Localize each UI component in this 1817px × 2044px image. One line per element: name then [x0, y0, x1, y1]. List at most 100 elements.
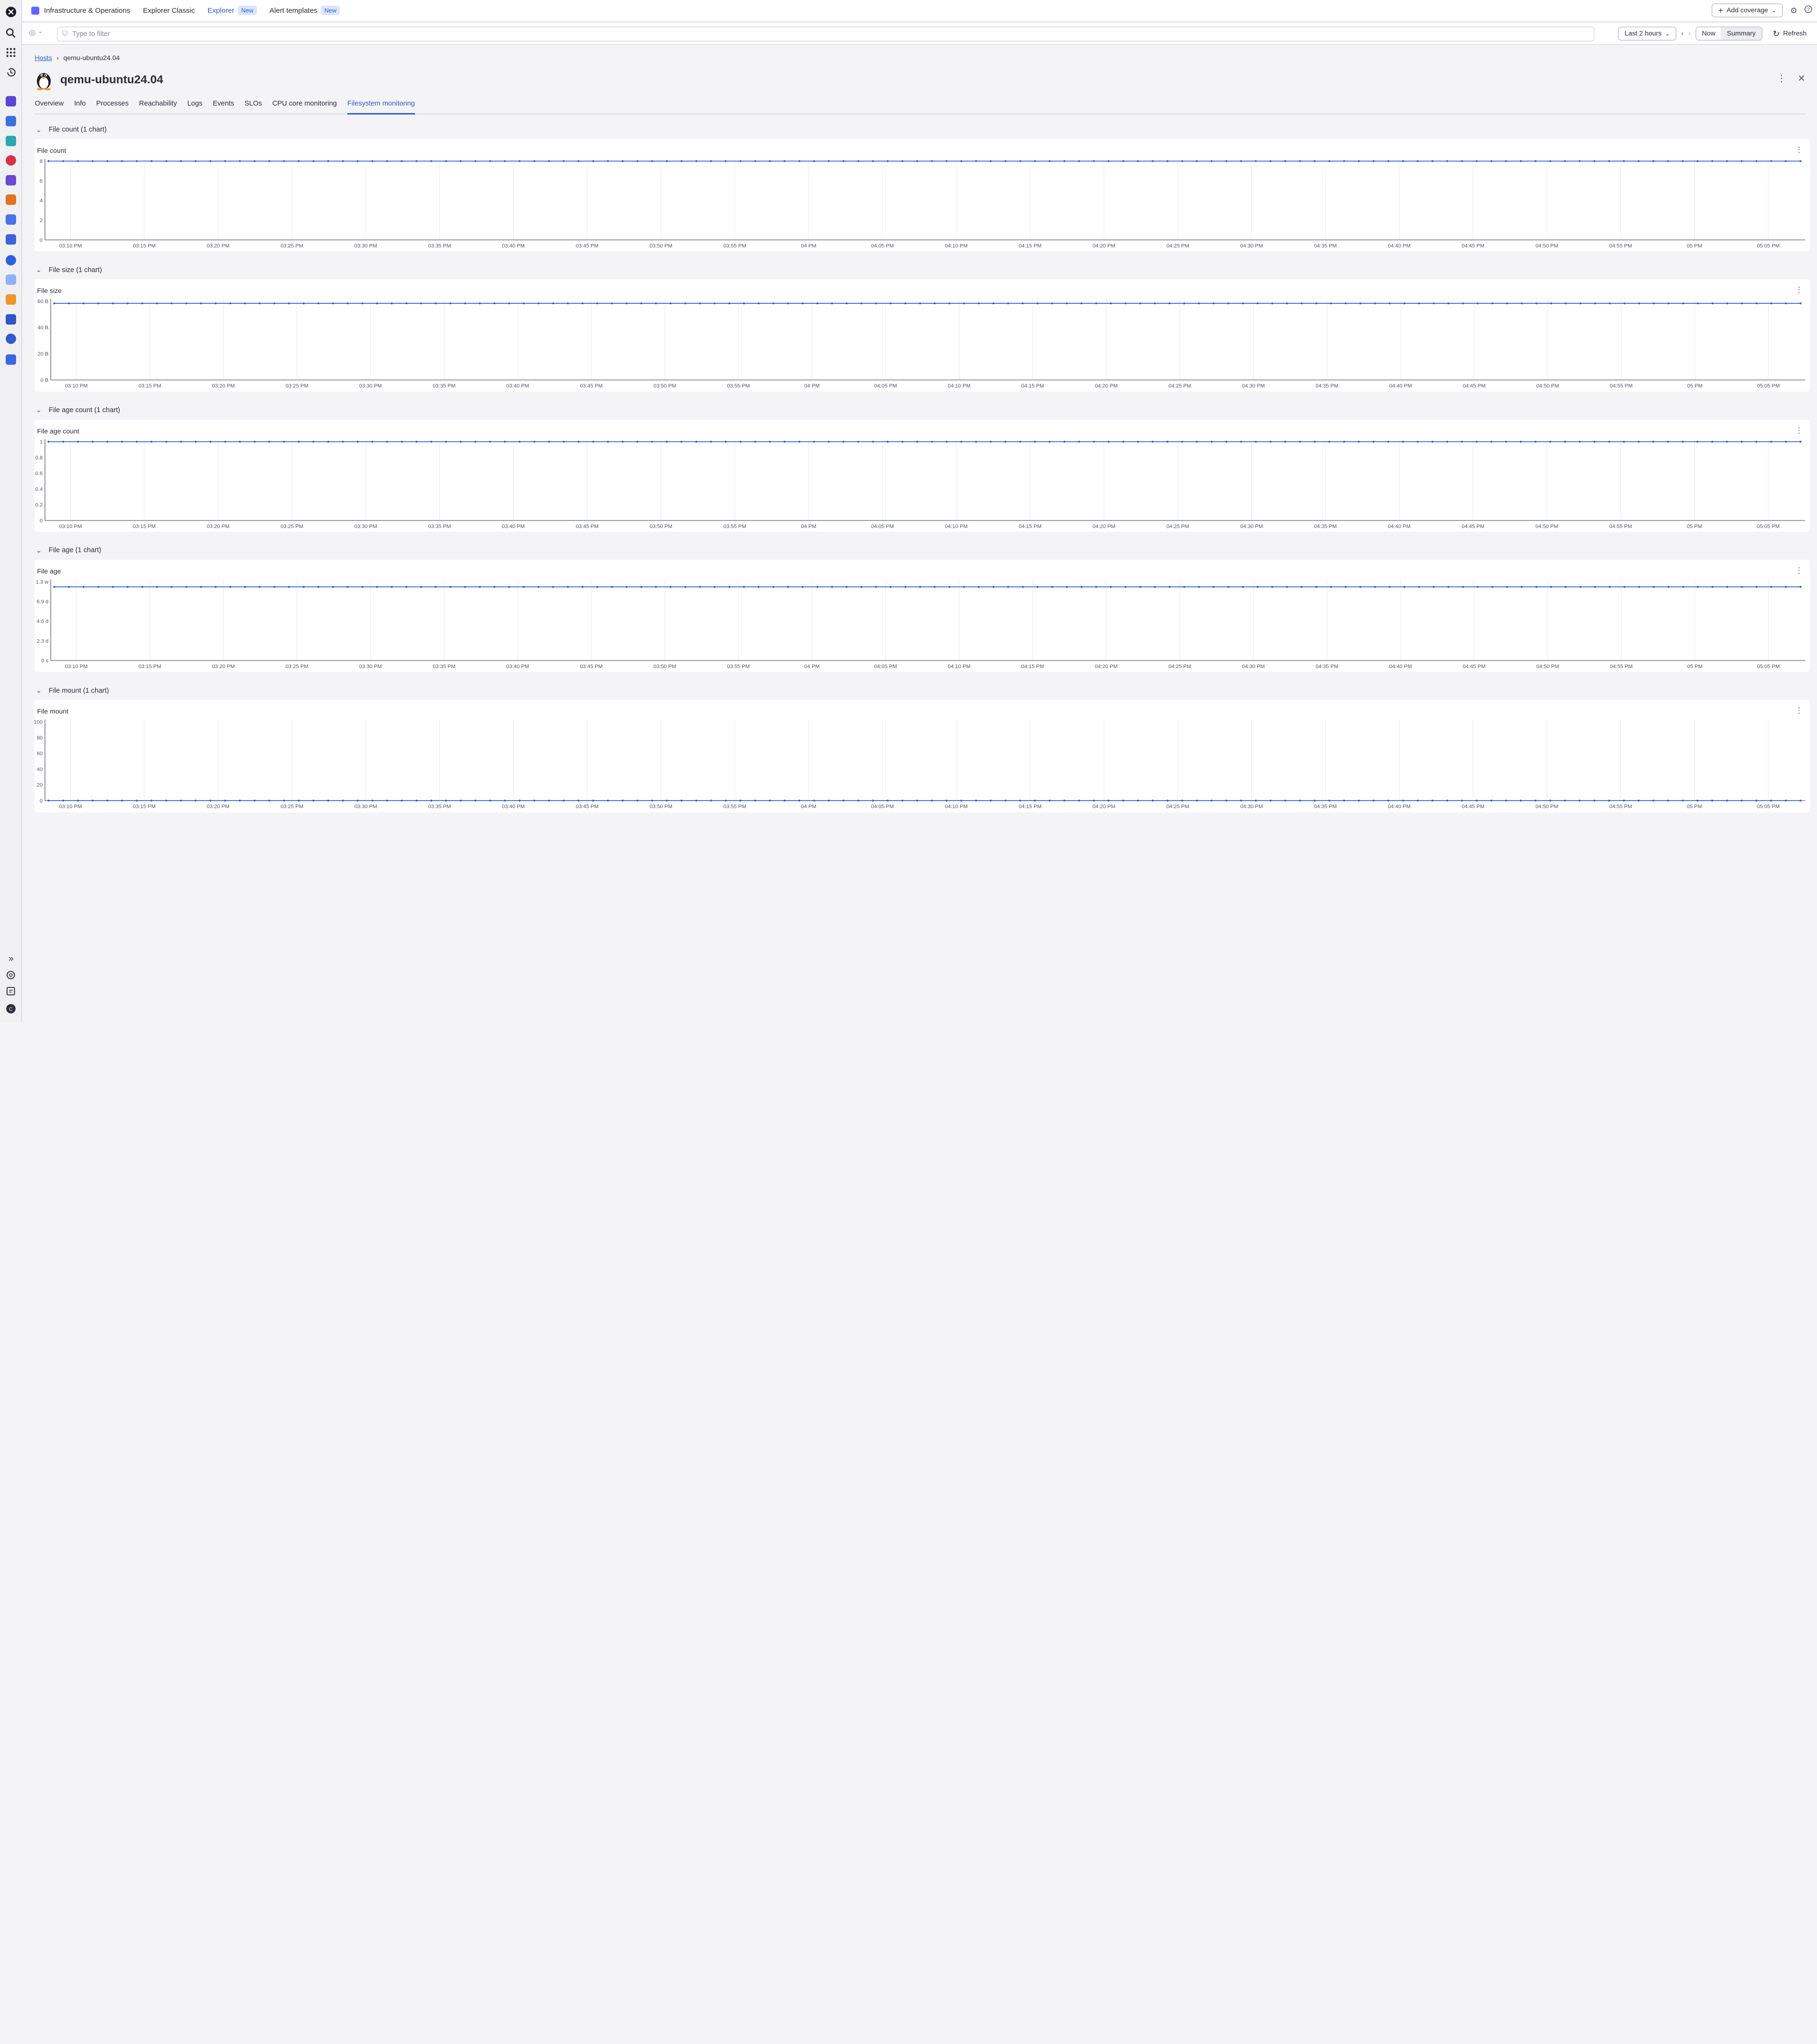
- segment-selector[interactable]: ◎ ⌄: [29, 28, 43, 37]
- settings-icon[interactable]: ⚙: [1790, 6, 1797, 16]
- x-tick-label: 04:25 PM: [1169, 664, 1191, 670]
- app-icon[interactable]: [3, 173, 18, 188]
- section-header[interactable]: ⌄ File size (1 chart): [35, 264, 1810, 275]
- section-header[interactable]: ⌄ File age count (1 chart): [35, 405, 1810, 416]
- data-point: [1034, 440, 1036, 443]
- line-chart[interactable]: 0 B 20 B 40 B 60 B 03:10 PM 03:15 PM 03:20 PM 0…: [35, 279, 1808, 392]
- data-point: [1711, 586, 1714, 588]
- section-header[interactable]: ⌄ File mount (1 chart): [35, 685, 1810, 696]
- refresh-button[interactable]: ↻ Refresh: [1767, 26, 1813, 41]
- line-chart[interactable]: 0 2 4 6 8 03:10 PM 03:15 PM 03:20 PM 03:25 PM 03:…: [35, 139, 1808, 252]
- help-icon[interactable]: [3, 968, 18, 983]
- line-chart[interactable]: 0 s 2.3 d 4.6 d 6.9 d 1.3 w 03:10 PM 03:15 PM 0…: [35, 560, 1808, 672]
- tab-reachability[interactable]: Reachability: [139, 97, 177, 115]
- app-icon[interactable]: [3, 212, 18, 227]
- breadcrumb-hosts-link[interactable]: Hosts: [35, 54, 52, 62]
- chevron-left-icon[interactable]: ‹: [1681, 30, 1684, 37]
- data-point: [890, 302, 892, 305]
- search-icon[interactable]: [3, 26, 18, 41]
- section-header[interactable]: ⌄ File age (1 chart): [35, 545, 1810, 556]
- data-point: [224, 440, 227, 443]
- nav-alert-templates[interactable]: Alert templates New: [270, 6, 340, 16]
- data-point: [651, 800, 653, 802]
- more-options-icon[interactable]: ⋮: [1777, 73, 1786, 84]
- history-icon[interactable]: [3, 65, 18, 80]
- chevron-right-icon[interactable]: ›: [1688, 30, 1691, 37]
- data-point: [1594, 800, 1596, 802]
- data-point: [479, 586, 481, 588]
- data-point: [666, 800, 668, 802]
- filter-input[interactable]: ⛉ Type to filter: [56, 26, 1595, 42]
- nav-explorer-classic[interactable]: Explorer Classic: [143, 7, 195, 15]
- logo-icon[interactable]: [3, 5, 18, 20]
- tab-cpu-core-monitoring[interactable]: CPU core monitoring: [272, 97, 336, 115]
- data-point: [1345, 586, 1347, 588]
- data-point: [963, 586, 966, 588]
- data-point: [684, 302, 687, 305]
- data-point: [1726, 160, 1729, 162]
- notifications-icon[interactable]: [3, 984, 18, 999]
- close-icon[interactable]: ✕: [1798, 73, 1805, 84]
- app-icon[interactable]: [3, 232, 18, 247]
- data-point: [548, 440, 550, 443]
- data-point: [1579, 440, 1581, 443]
- expand-icon[interactable]: »: [3, 952, 18, 967]
- app-icon[interactable]: [3, 153, 18, 168]
- app-icon[interactable]: [3, 273, 18, 288]
- x-tick-label: 05 PM: [1687, 243, 1702, 249]
- x-tick-label: 03:55 PM: [723, 243, 746, 249]
- data-point: [1198, 302, 1200, 305]
- nav-explorer[interactable]: Explorer New: [208, 6, 257, 16]
- x-tick-label: 04:40 PM: [1388, 523, 1411, 529]
- app-icon[interactable]: [3, 312, 18, 327]
- data-point: [1623, 302, 1626, 305]
- tab-slos[interactable]: SLOs: [245, 97, 262, 115]
- app-icon[interactable]: [3, 331, 18, 346]
- chevron-down-icon: ⌄: [35, 266, 42, 274]
- app-icon[interactable]: [3, 94, 18, 109]
- summary-button[interactable]: Summary: [1721, 27, 1762, 40]
- data-point: [904, 302, 907, 305]
- data-point: [53, 302, 56, 305]
- data-point: [1741, 800, 1743, 802]
- data-point: [268, 800, 271, 802]
- data-point: [1726, 800, 1729, 802]
- now-button[interactable]: Now: [1696, 27, 1721, 40]
- data-point: [1476, 440, 1478, 443]
- data-point: [68, 586, 71, 588]
- tab-processes[interactable]: Processes: [96, 97, 129, 115]
- line-chart[interactable]: 0 20 40 60 80 100 03:10 PM 03:15 PM 03:20 PM 03:2…: [34, 700, 1808, 812]
- line-chart[interactable]: 0 0.2 0.4 0.6 0.8 1 03:10 PM 03:15 PM 03:20 PM 03…: [35, 420, 1808, 532]
- app-title[interactable]: Infrastructure & Operations: [31, 6, 130, 15]
- data-point: [1785, 160, 1787, 162]
- data-point: [136, 440, 138, 443]
- data-point: [1169, 302, 1171, 305]
- tab-logs[interactable]: Logs: [187, 97, 203, 115]
- add-coverage-button[interactable]: + Add coverage ⌄: [1711, 3, 1783, 18]
- section-file-age-count: ⌄ File age count (1 chart) File age count…: [35, 405, 1810, 532]
- data-point: [872, 160, 874, 162]
- chart-card: File count ⋮ 0 2 4 6 8 03:10 PM 03:15 PM 03:20 …: [35, 139, 1810, 252]
- tab-events[interactable]: Events: [213, 97, 234, 115]
- app-icon[interactable]: [3, 114, 18, 129]
- y-tick-label: 0: [40, 238, 43, 243]
- section-header[interactable]: ⌄ File count (1 chart): [35, 124, 1810, 135]
- data-point: [371, 160, 374, 162]
- user-icon[interactable]: C: [3, 1001, 18, 1016]
- data-point: [406, 302, 408, 305]
- app-icon[interactable]: [3, 133, 18, 149]
- timeframe-selector[interactable]: Last 2 hours ⌄: [1618, 26, 1677, 41]
- apps-icon[interactable]: [3, 45, 18, 61]
- help-circle-icon[interactable]: ?: [1804, 5, 1812, 16]
- data-point: [1036, 586, 1039, 588]
- x-tick-label: 04:40 PM: [1389, 383, 1412, 389]
- app-icon[interactable]: [3, 253, 18, 268]
- data-point: [890, 586, 892, 588]
- app-icon[interactable]: [3, 352, 18, 367]
- tab-overview[interactable]: Overview: [35, 97, 63, 115]
- tab-info[interactable]: Info: [74, 97, 86, 115]
- app-icon[interactable]: [3, 193, 18, 208]
- data-point: [978, 302, 980, 305]
- tab-filesystem-monitoring[interactable]: Filesystem monitoring: [347, 97, 415, 115]
- app-icon[interactable]: [3, 292, 18, 307]
